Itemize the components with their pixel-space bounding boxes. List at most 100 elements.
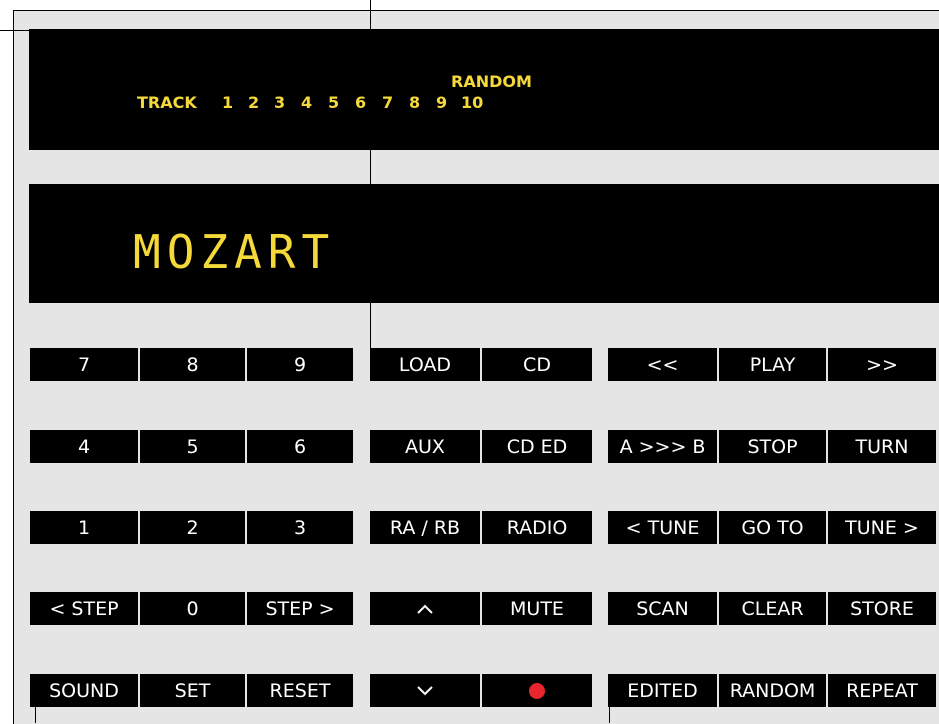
step-button[interactable]: STEP > — [245, 592, 353, 625]
track-number: 8 — [409, 93, 421, 112]
source-row: RA / RB RADIO — [370, 511, 592, 544]
button-label: 9 — [293, 353, 307, 376]
button-label: REPEAT — [846, 679, 918, 702]
button-label: 1 — [77, 516, 91, 539]
set-button[interactable]: SET — [138, 674, 245, 707]
keypad-row: 1 2 3 — [30, 511, 353, 544]
transport-row: << PLAY >> — [608, 348, 936, 381]
mute-button[interactable]: MUTE — [480, 592, 592, 625]
button-label: SCAN — [636, 597, 689, 620]
button-label: A >>> B — [619, 435, 706, 458]
button-label: MUTE — [510, 597, 564, 620]
button-label: SOUND — [49, 679, 119, 702]
button-label: SET — [174, 679, 211, 702]
button-label: >> — [866, 353, 898, 376]
keypad-row: < STEP 0 STEP > — [30, 592, 353, 625]
key-button[interactable]: << — [608, 348, 717, 381]
button-label: 3 — [293, 516, 307, 539]
keypad-row: 7 8 9 — [30, 348, 353, 381]
button-label: 5 — [186, 435, 199, 458]
load-button[interactable]: LOAD — [370, 348, 480, 381]
cd-ed-button[interactable]: CD ED — [480, 430, 592, 463]
record-icon — [529, 682, 545, 699]
button-label: 4 — [77, 435, 91, 458]
go-to-button[interactable]: GO TO — [717, 511, 826, 544]
3-button[interactable]: 3 — [245, 511, 353, 544]
callout-line-bottom-right — [609, 705, 610, 723]
button-label: EDITED — [627, 679, 698, 702]
up-chevron-button[interactable] — [370, 592, 480, 625]
track-number: 5 — [328, 93, 340, 112]
button-label: 7 — [77, 353, 91, 376]
button-label: 0 — [186, 597, 199, 620]
down-chevron-icon — [417, 685, 433, 695]
1-button[interactable]: 1 — [30, 511, 138, 544]
store-button[interactable]: STORE — [826, 592, 936, 625]
8-button[interactable]: 8 — [138, 348, 245, 381]
source-row: AUX CD ED — [370, 430, 592, 463]
track-number: 4 — [301, 93, 313, 112]
callout-line-bottom-left — [35, 705, 36, 723]
button-label: CD ED — [506, 435, 568, 458]
button-label: 6 — [293, 435, 307, 458]
track-number: 3 — [274, 93, 286, 112]
callout-line-left — [0, 30, 29, 31]
track-number: 9 — [436, 93, 448, 112]
tune-button[interactable]: TUNE > — [826, 511, 936, 544]
record-button[interactable] — [480, 674, 592, 707]
callout-line-mid — [370, 150, 371, 185]
6-button[interactable]: 6 — [245, 430, 353, 463]
9-button[interactable]: 9 — [245, 348, 353, 381]
tune-button[interactable]: < TUNE — [608, 511, 717, 544]
reset-button[interactable]: RESET — [245, 674, 353, 707]
main-display-text: MOZART — [133, 225, 336, 279]
0-button[interactable]: 0 — [138, 592, 245, 625]
play-button[interactable]: PLAY — [717, 348, 826, 381]
callout-line-top — [370, 0, 371, 30]
transport-row: < TUNE GO TO TUNE > — [608, 511, 936, 544]
transport-row: A >>> B STOP TURN — [608, 430, 936, 463]
button-label: RADIO — [506, 516, 568, 539]
button-label: GO TO — [741, 516, 804, 539]
keypad-row: 4 5 6 — [30, 430, 353, 463]
cd-button[interactable]: CD — [480, 348, 592, 381]
clear-button[interactable]: CLEAR — [717, 592, 826, 625]
button-label: STORE — [850, 597, 914, 620]
track-number: 10 — [461, 93, 484, 112]
5-button[interactable]: 5 — [138, 430, 245, 463]
turn-button[interactable]: TURN — [826, 430, 936, 463]
sound-button[interactable]: SOUND — [30, 674, 138, 707]
4-button[interactable]: 4 — [30, 430, 138, 463]
step-button[interactable]: < STEP — [30, 592, 138, 625]
transport-row: EDITED RANDOM REPEAT — [608, 674, 936, 707]
7-button[interactable]: 7 — [30, 348, 138, 381]
ra-rb-button[interactable]: RA / RB — [370, 511, 480, 544]
edited-button[interactable]: EDITED — [608, 674, 717, 707]
radio-button[interactable]: RADIO — [480, 511, 592, 544]
scan-button[interactable]: SCAN — [608, 592, 717, 625]
button-label: RA / RB — [389, 516, 461, 539]
track-number: 7 — [382, 93, 394, 112]
button-label: < STEP — [49, 597, 119, 620]
stop-button[interactable]: STOP — [717, 430, 826, 463]
down-chevron-button[interactable] — [370, 674, 480, 707]
button-label: TURN — [855, 435, 909, 458]
key-button[interactable]: >> — [826, 348, 936, 381]
a-b-button[interactable]: A >>> B — [608, 430, 717, 463]
source-row — [370, 674, 592, 707]
aux-button[interactable]: AUX — [370, 430, 480, 463]
random-indicator: RANDOM — [451, 72, 532, 91]
button-label: PLAY — [749, 353, 796, 376]
2-button[interactable]: 2 — [138, 511, 245, 544]
button-label: < TUNE — [625, 516, 700, 539]
button-label: STEP > — [265, 597, 335, 620]
button-label: STOP — [747, 435, 798, 458]
button-label: RESET — [269, 679, 331, 702]
repeat-button[interactable]: REPEAT — [826, 674, 936, 707]
button-label: TUNE > — [845, 516, 919, 539]
keypad-row: SOUND SET RESET — [30, 674, 353, 707]
transport-row: SCAN CLEAR STORE — [608, 592, 936, 625]
random-button[interactable]: RANDOM — [717, 674, 826, 707]
button-label: CD — [523, 353, 551, 376]
track-number: 1 — [222, 93, 234, 112]
